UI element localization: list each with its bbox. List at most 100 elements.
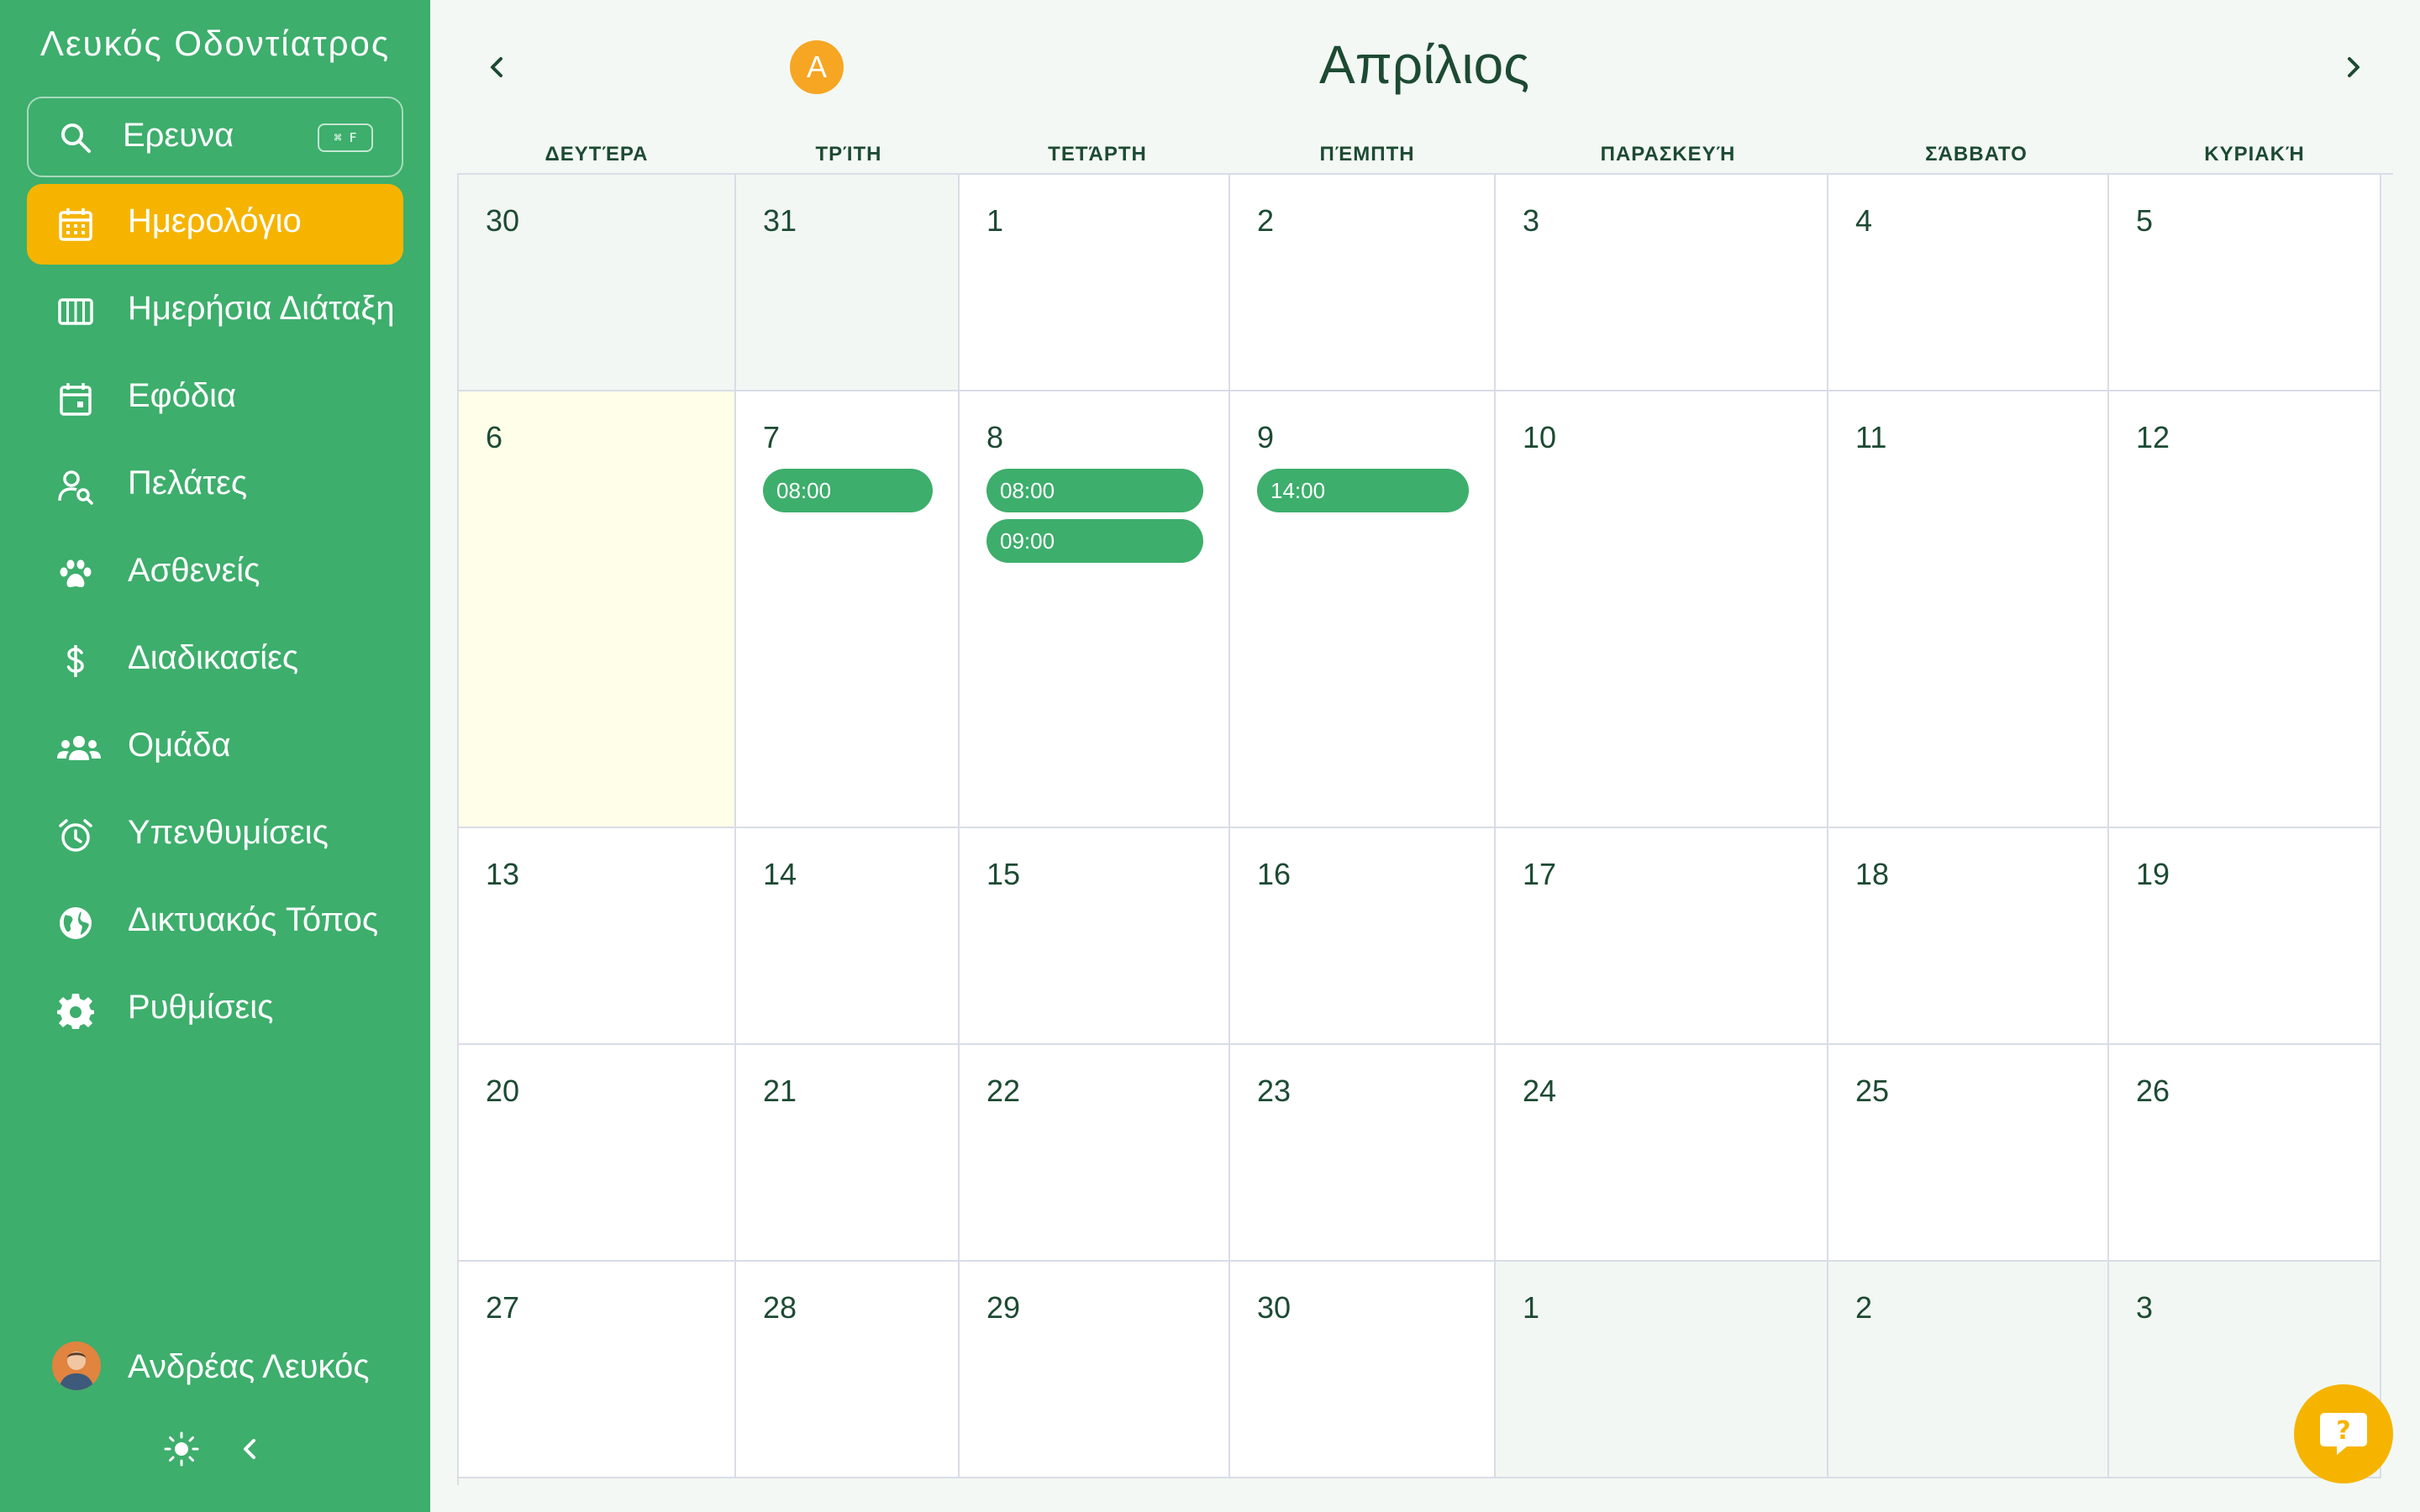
- user-profile[interactable]: Ανδρέας Λευκός: [52, 1341, 422, 1392]
- calendar-day-cell[interactable]: 16: [1230, 828, 1496, 1045]
- calendar-day-cell[interactable]: 26: [2109, 1045, 2381, 1262]
- appointment-event[interactable]: 08:00: [763, 469, 933, 512]
- account-avatar-badge[interactable]: A: [790, 40, 844, 94]
- day-number: 31: [763, 203, 797, 238]
- weekday-header: ΚΥΡΙΑΚΉ: [2204, 143, 2305, 165]
- sidebar-item-calendar[interactable]: Ημερολόγιο: [27, 184, 403, 265]
- day-number: 12: [2136, 420, 2170, 454]
- avatar: [52, 1341, 101, 1390]
- calendar-day-cell[interactable]: 1: [960, 175, 1230, 391]
- calendar-day-cell[interactable]: 5: [2109, 175, 2381, 391]
- calendar-day-cell[interactable]: 4: [1828, 175, 2109, 391]
- calendar-day-cell[interactable]: 30: [1230, 1262, 1496, 1478]
- day-number: 3: [1523, 203, 1540, 238]
- day-number: 14: [763, 857, 797, 891]
- calendar-day-cell[interactable]: 29: [960, 1262, 1230, 1478]
- weekday-header: ΠΈΜΠΤΗ: [1319, 143, 1415, 165]
- sidebar-item-team[interactable]: Ομάδα: [27, 708, 403, 789]
- help-chat-button[interactable]: ?: [2294, 1384, 2393, 1483]
- calendar-day-cell[interactable]: 6: [459, 391, 736, 828]
- calendar-day-cell[interactable]: 2: [1230, 175, 1496, 391]
- day-number: 10: [1523, 420, 1557, 454]
- calendar-day-cell[interactable]: 18: [1828, 828, 2109, 1045]
- sidebar-item-label: Ασθενείς: [128, 552, 260, 589]
- calendar-day-cell[interactable]: 30: [459, 175, 736, 391]
- sidebar-item-label: Ημερολόγιο: [128, 202, 302, 239]
- sidebar: Λευκός Οδοντίατρος Ερευνα ⌘ F Ημερολόγιο…: [0, 0, 430, 1512]
- day-number: 23: [1257, 1074, 1292, 1108]
- calendar-day-cell[interactable]: 17: [1496, 828, 1828, 1045]
- calendar-day-cell[interactable]: 12: [2109, 391, 2381, 828]
- day-number: 4: [1855, 203, 1873, 238]
- dollar-icon: [57, 643, 94, 680]
- calendar-icon: [57, 206, 94, 243]
- sidebar-item-label: Διαδικασίες: [128, 639, 299, 676]
- appointment-event[interactable]: 14:00: [1257, 469, 1469, 512]
- sidebar-item-clients[interactable]: Πελάτες: [27, 446, 403, 527]
- month-title: Απρίλιος: [1318, 34, 1530, 95]
- calendar-day-cell[interactable]: 9 14:00: [1230, 391, 1496, 828]
- calendar-day-cell[interactable]: 7 08:00: [736, 391, 960, 828]
- sidebar-item-label: Πελάτες: [128, 465, 248, 501]
- sidebar-item-procedures[interactable]: Διαδικασίες: [27, 621, 403, 701]
- day-number: 18: [1855, 857, 1890, 891]
- day-number: 7: [763, 420, 781, 454]
- calendar-day-cell[interactable]: 11: [1828, 391, 2109, 828]
- day-number: 27: [486, 1290, 520, 1325]
- calendar-day-cell[interactable]: 13: [459, 828, 736, 1045]
- brand-title: Λευκός Οδοντίατρος: [39, 24, 391, 63]
- sidebar-item-patients[interactable]: Ασθενείς: [27, 533, 403, 614]
- calendar-day-cell[interactable]: 25: [1828, 1045, 2109, 1262]
- alarm-clock-icon: [57, 817, 94, 854]
- calendar-day-cell[interactable]: 31: [736, 175, 960, 391]
- calendar-day-cell[interactable]: 20: [459, 1045, 736, 1262]
- calendar-day-cell[interactable]: 19: [2109, 828, 2381, 1045]
- calendar-day-cell[interactable]: 22: [960, 1045, 1230, 1262]
- day-number: 9: [1257, 420, 1275, 454]
- collapse-sidebar-chevron-left-icon[interactable]: [237, 1434, 262, 1464]
- calendar-day-cell[interactable]: 1: [1496, 1262, 1828, 1478]
- day-number: 19: [2136, 857, 2170, 891]
- calendar-day-cell[interactable]: 23: [1230, 1045, 1496, 1262]
- sidebar-item-label: Ομάδα: [128, 727, 231, 764]
- calendar-day-cell[interactable]: 27: [459, 1262, 736, 1478]
- weekday-header: ΣΆΒΒΑΤΟ: [1925, 143, 2028, 165]
- sidebar-item-daily-layout[interactable]: Ημερήσια Διάταξη: [27, 271, 403, 352]
- sidebar-item-website[interactable]: Δικτυακός Τόπος: [27, 883, 403, 963]
- next-month-chevron-right-icon[interactable]: [2336, 50, 2370, 84]
- calendar-day-cell[interactable]: 15: [960, 828, 1230, 1045]
- weekday-header: ΠΑΡΑΣΚΕΥΉ: [1600, 143, 1736, 165]
- calendar-day-cell[interactable]: 3: [1496, 175, 1828, 391]
- day-number: 29: [986, 1290, 1021, 1325]
- calendar-day-cell[interactable]: 21: [736, 1045, 960, 1262]
- sidebar-item-settings[interactable]: Ρυθμίσεις: [27, 970, 403, 1051]
- sidebar-item-supplies[interactable]: Εφόδια: [27, 359, 403, 439]
- calendar-day-cell[interactable]: 2: [1828, 1262, 2109, 1478]
- sidebar-item-label: Ημερήσια Διάταξη: [128, 290, 395, 327]
- appointment-event[interactable]: 08:00: [986, 469, 1203, 512]
- day-number: 1: [986, 203, 1004, 238]
- theme-toggle-sun-icon[interactable]: [163, 1431, 200, 1467]
- calendar-day-cell[interactable]: 24: [1496, 1045, 1828, 1262]
- sidebar-item-label: Εφόδια: [128, 377, 237, 414]
- search-button[interactable]: Ερευνα ⌘ F: [27, 97, 403, 177]
- day-number: 20: [486, 1074, 520, 1108]
- calendar-day-cell[interactable]: 28: [736, 1262, 960, 1478]
- day-number: 2: [1257, 203, 1275, 238]
- sidebar-item-reminders[interactable]: Υπενθυμίσεις: [27, 795, 403, 876]
- previous-month-chevron-left-icon[interactable]: [481, 50, 514, 84]
- day-number: 28: [763, 1290, 797, 1325]
- calendar-day-cell[interactable]: 8 08:00 09:00: [960, 391, 1230, 828]
- day-number: 8: [986, 420, 1004, 454]
- calendar-day-cell[interactable]: 10: [1496, 391, 1828, 828]
- appointment-event[interactable]: 09:00: [986, 519, 1203, 563]
- svg-text:?: ?: [2336, 1416, 2350, 1446]
- calendar-day-cell[interactable]: 14: [736, 828, 960, 1045]
- help-chat-icon: ?: [2320, 1413, 2367, 1455]
- day-number: 2: [1855, 1290, 1873, 1325]
- calendar-day-icon: [57, 381, 94, 417]
- day-number: 11: [1855, 420, 1887, 454]
- day-number: 17: [1523, 857, 1557, 891]
- search-icon: [59, 121, 92, 155]
- weekday-header: ΔΕΥΤΈΡΑ: [544, 143, 649, 165]
